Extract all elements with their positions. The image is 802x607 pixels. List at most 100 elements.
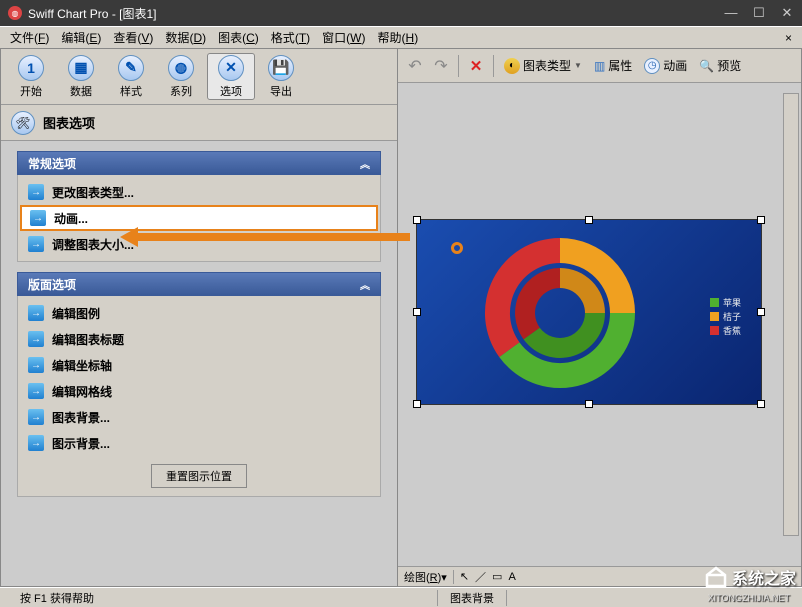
mdi-close-button[interactable]: ×	[779, 31, 798, 45]
drawing-label[interactable]: 绘图(R)▾	[404, 569, 447, 585]
resize-handle-ne[interactable]	[757, 216, 765, 224]
legend-item: 桔子	[710, 310, 741, 323]
pie-icon: ◐	[504, 58, 520, 74]
magnifier-icon: 🔍	[699, 59, 714, 73]
statusbar: 按 F1 获得帮助 图表背景	[0, 587, 802, 607]
right-panel: ↶ ↷ ✕ ◐ 图表类型▼ ▥ 属性 ◷ 动画 🔍 预览	[398, 48, 802, 587]
tb-style[interactable]: ✎样式	[107, 53, 155, 100]
resize-handle-sw[interactable]	[413, 400, 421, 408]
menu-view[interactable]: 查看(V)	[107, 27, 159, 48]
resize-handle-e[interactable]	[757, 308, 765, 316]
app-icon: ◍	[8, 6, 22, 20]
legend-item: 苹果	[710, 296, 741, 309]
arrow-icon: →	[28, 236, 44, 252]
arrow-icon: →	[28, 357, 44, 373]
export-icon: 💾	[268, 55, 294, 81]
arrow-icon: →	[28, 409, 44, 425]
start-icon: 1	[18, 55, 44, 81]
status-help: 按 F1 获得帮助	[8, 590, 438, 606]
clock-icon: ◷	[644, 58, 660, 74]
chevron-up-icon: ︽	[360, 156, 370, 171]
tb-options[interactable]: ✕选项	[207, 53, 255, 100]
left-panel: 1开始 ▦数据 ✎样式 ◍系列 ✕选项 💾导出 🛠 图表选项 常规选项 ︽ →更…	[0, 48, 398, 587]
preview-toolbar: ↶ ↷ ✕ ◐ 图表类型▼ ▥ 属性 ◷ 动画 🔍 预览	[398, 49, 801, 83]
options-body: 常规选项 ︽ →更改图表类型... →动画... →调整图表大小... 版面选项…	[1, 141, 397, 586]
delete-button[interactable]: ✕	[465, 55, 487, 77]
menubar: 文件(F) 编辑(E) 查看(V) 数据(D) 图表(C) 格式(T) 窗口(W…	[0, 26, 802, 48]
tb-series[interactable]: ◍系列	[157, 53, 205, 100]
opt-change-type[interactable]: →更改图表类型...	[20, 179, 378, 205]
line-tool[interactable]: ／	[475, 569, 486, 585]
section-layout: 版面选项 ︽ →编辑图例 →编辑图表标题 →编辑坐标轴 →编辑网格线 →图表背景…	[17, 272, 381, 497]
rect-tool[interactable]: ▭	[492, 570, 502, 583]
section-general: 常规选项 ︽ →更改图表类型... →动画... →调整图表大小...	[17, 151, 381, 262]
opt-animation[interactable]: →动画...	[20, 205, 378, 231]
wrench-icon: 🛠	[11, 111, 35, 135]
titlebar: ◍ Swiff Chart Pro - [图表1] — ☐ ✕	[0, 0, 802, 26]
menu-file[interactable]: 文件(F)	[4, 27, 55, 48]
maximize-button[interactable]: ☐	[752, 5, 766, 21]
opt-plot-bg[interactable]: →图示背景...	[20, 430, 378, 456]
chevron-down-icon: ▼	[574, 61, 582, 70]
style-icon: ✎	[118, 55, 144, 81]
data-icon: ▦	[68, 55, 94, 81]
legend-item: 香蕉	[710, 324, 741, 337]
opt-grid[interactable]: →编辑网格线	[20, 378, 378, 404]
tb-start[interactable]: 1开始	[7, 53, 55, 100]
drawing-toolbar: 绘图(R)▾ ↖ ／ ▭ A	[398, 566, 801, 586]
canvas-area[interactable]: 苹果 桔子 香蕉	[398, 83, 801, 566]
section-layout-header[interactable]: 版面选项 ︽	[17, 272, 381, 296]
arrow-icon: →	[28, 383, 44, 399]
opt-legend[interactable]: →编辑图例	[20, 300, 378, 326]
menu-window[interactable]: 窗口(W)	[316, 27, 371, 48]
menu-format[interactable]: 格式(T)	[265, 27, 316, 48]
arrow-icon: →	[28, 435, 44, 451]
chart-type-button[interactable]: ◐ 图表类型▼	[500, 55, 586, 76]
donut-chart[interactable]	[475, 228, 645, 398]
pointer-tool[interactable]: ↖	[460, 570, 469, 583]
arrow-icon: →	[30, 210, 46, 226]
chart-legend[interactable]: 苹果 桔子 香蕉	[710, 296, 741, 338]
resize-handle-w[interactable]	[413, 308, 421, 316]
menu-help[interactable]: 帮助(H)	[372, 27, 425, 48]
status-selection: 图表背景	[438, 590, 507, 606]
resize-handle-se[interactable]	[757, 400, 765, 408]
text-tool[interactable]: A	[508, 571, 515, 583]
properties-button[interactable]: ▥ 属性	[590, 55, 636, 76]
opt-resize[interactable]: →调整图表大小...	[20, 231, 378, 257]
animation-button[interactable]: ◷ 动画	[640, 55, 691, 76]
options-header: 🛠 图表选项	[1, 105, 397, 141]
resize-handle-s[interactable]	[585, 400, 593, 408]
resize-handle-n[interactable]	[585, 216, 593, 224]
window-title: Swiff Chart Pro - [图表1]	[28, 5, 724, 22]
arrow-icon: →	[28, 331, 44, 347]
opt-title[interactable]: →编辑图表标题	[20, 326, 378, 352]
menu-edit[interactable]: 编辑(E)	[55, 27, 107, 48]
menu-data[interactable]: 数据(D)	[159, 27, 212, 48]
reset-layout-button[interactable]: 重置图示位置	[151, 464, 247, 488]
chevron-up-icon: ︽	[360, 277, 370, 292]
properties-icon: ▥	[594, 59, 605, 73]
vertical-scrollbar[interactable]	[783, 93, 799, 536]
options-icon: ✕	[218, 55, 244, 81]
opt-chart-bg[interactable]: →图表背景...	[20, 404, 378, 430]
arrow-icon: →	[28, 184, 44, 200]
tb-export[interactable]: 💾导出	[257, 53, 305, 100]
opt-axes[interactable]: →编辑坐标轴	[20, 352, 378, 378]
preview-button[interactable]: 🔍 预览	[695, 55, 745, 76]
options-title: 图表选项	[43, 113, 95, 132]
arrow-icon: →	[28, 305, 44, 321]
close-button[interactable]: ✕	[780, 5, 794, 21]
tb-data[interactable]: ▦数据	[57, 53, 105, 100]
menu-chart[interactable]: 图表(C)	[212, 27, 265, 48]
series-icon: ◍	[168, 55, 194, 81]
main-toolbar: 1开始 ▦数据 ✎样式 ◍系列 ✕选项 💾导出	[1, 49, 397, 105]
minimize-button[interactable]: —	[724, 5, 738, 21]
resize-handle-nw[interactable]	[413, 216, 421, 224]
redo-button[interactable]: ↷	[430, 55, 452, 77]
rotation-handle-icon[interactable]	[451, 242, 463, 254]
chart-object[interactable]: 苹果 桔子 香蕉	[416, 219, 762, 405]
window-controls: — ☐ ✕	[724, 5, 794, 21]
section-general-header[interactable]: 常规选项 ︽	[17, 151, 381, 175]
undo-button[interactable]: ↶	[404, 55, 426, 77]
